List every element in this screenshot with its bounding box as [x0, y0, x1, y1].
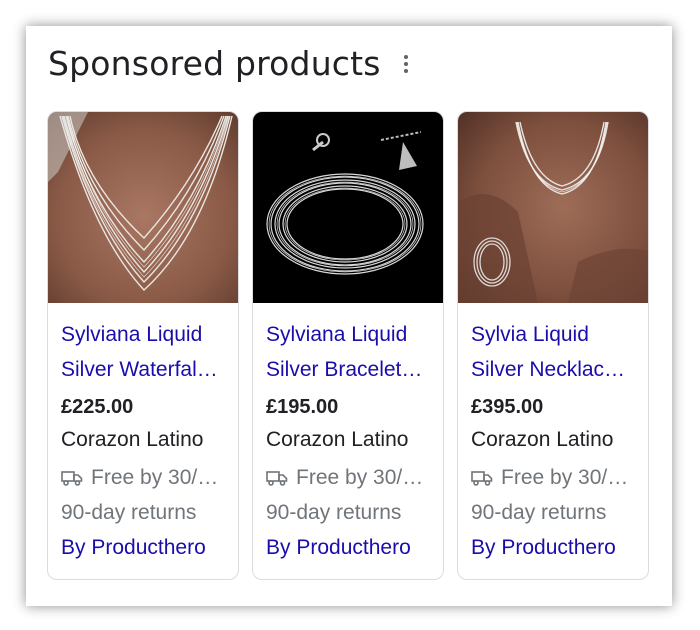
- shipping-text: Free by 30/…: [91, 466, 219, 489]
- panel-header: Sponsored products: [48, 44, 413, 83]
- product-price: £395.00: [471, 396, 544, 418]
- product-seller: Corazon Latino: [471, 428, 614, 451]
- product-price: £195.00: [266, 396, 339, 418]
- returns-text: 90-day returns: [266, 501, 402, 524]
- necklace-on-model-image[interactable]: [48, 112, 238, 303]
- panel-title: Sponsored products: [48, 44, 381, 83]
- choker-and-bracelet-on-model-image[interactable]: [458, 112, 648, 303]
- shipping-info: Free by 30/…: [266, 458, 430, 498]
- merchant-link[interactable]: By Producthero: [61, 528, 225, 568]
- product-seller: Corazon Latino: [266, 428, 409, 451]
- merchant-link[interactable]: By Producthero: [471, 528, 635, 568]
- shipping-info: Free by 30/…: [471, 458, 635, 498]
- bracelet-on-black-image[interactable]: [253, 112, 443, 303]
- returns-text: 90-day returns: [471, 501, 607, 524]
- product-name-line2[interactable]: Silver Necklac…: [471, 352, 635, 387]
- product-name-line1[interactable]: Sylviana Liquid: [266, 317, 430, 352]
- truck-icon: [266, 471, 288, 486]
- more-vert-icon[interactable]: [399, 51, 413, 77]
- product-name-line1[interactable]: Sylviana Liquid: [61, 317, 225, 352]
- shipping-text: Free by 30/…: [296, 466, 424, 489]
- shipping-info: Free by 30/…: [61, 458, 225, 498]
- product-cards: Sylviana Liquid Silver Waterfal… £225.00…: [47, 111, 649, 580]
- returns-text: 90-day returns: [61, 501, 197, 524]
- merchant-link[interactable]: By Producthero: [266, 528, 430, 568]
- product-name-line1[interactable]: Sylvia Liquid: [471, 317, 635, 352]
- truck-icon: [61, 471, 83, 486]
- product-price: £225.00: [61, 396, 134, 418]
- shipping-text: Free by 30/…: [501, 466, 629, 489]
- product-name-line2[interactable]: Silver Bracelet…: [266, 352, 430, 387]
- product-card[interactable]: Sylviana Liquid Silver Waterfal… £225.00…: [47, 111, 239, 580]
- product-card[interactable]: Sylvia Liquid Silver Necklac… £395.00 Co…: [457, 111, 649, 580]
- truck-icon: [471, 471, 493, 486]
- product-seller: Corazon Latino: [61, 428, 204, 451]
- sponsored-products-panel: Sponsored products Sylviana Liquid Silve…: [26, 26, 672, 606]
- product-name-line2[interactable]: Silver Waterfal…: [61, 352, 225, 387]
- product-card[interactable]: Sylviana Liquid Silver Bracelet… £195.00…: [252, 111, 444, 580]
